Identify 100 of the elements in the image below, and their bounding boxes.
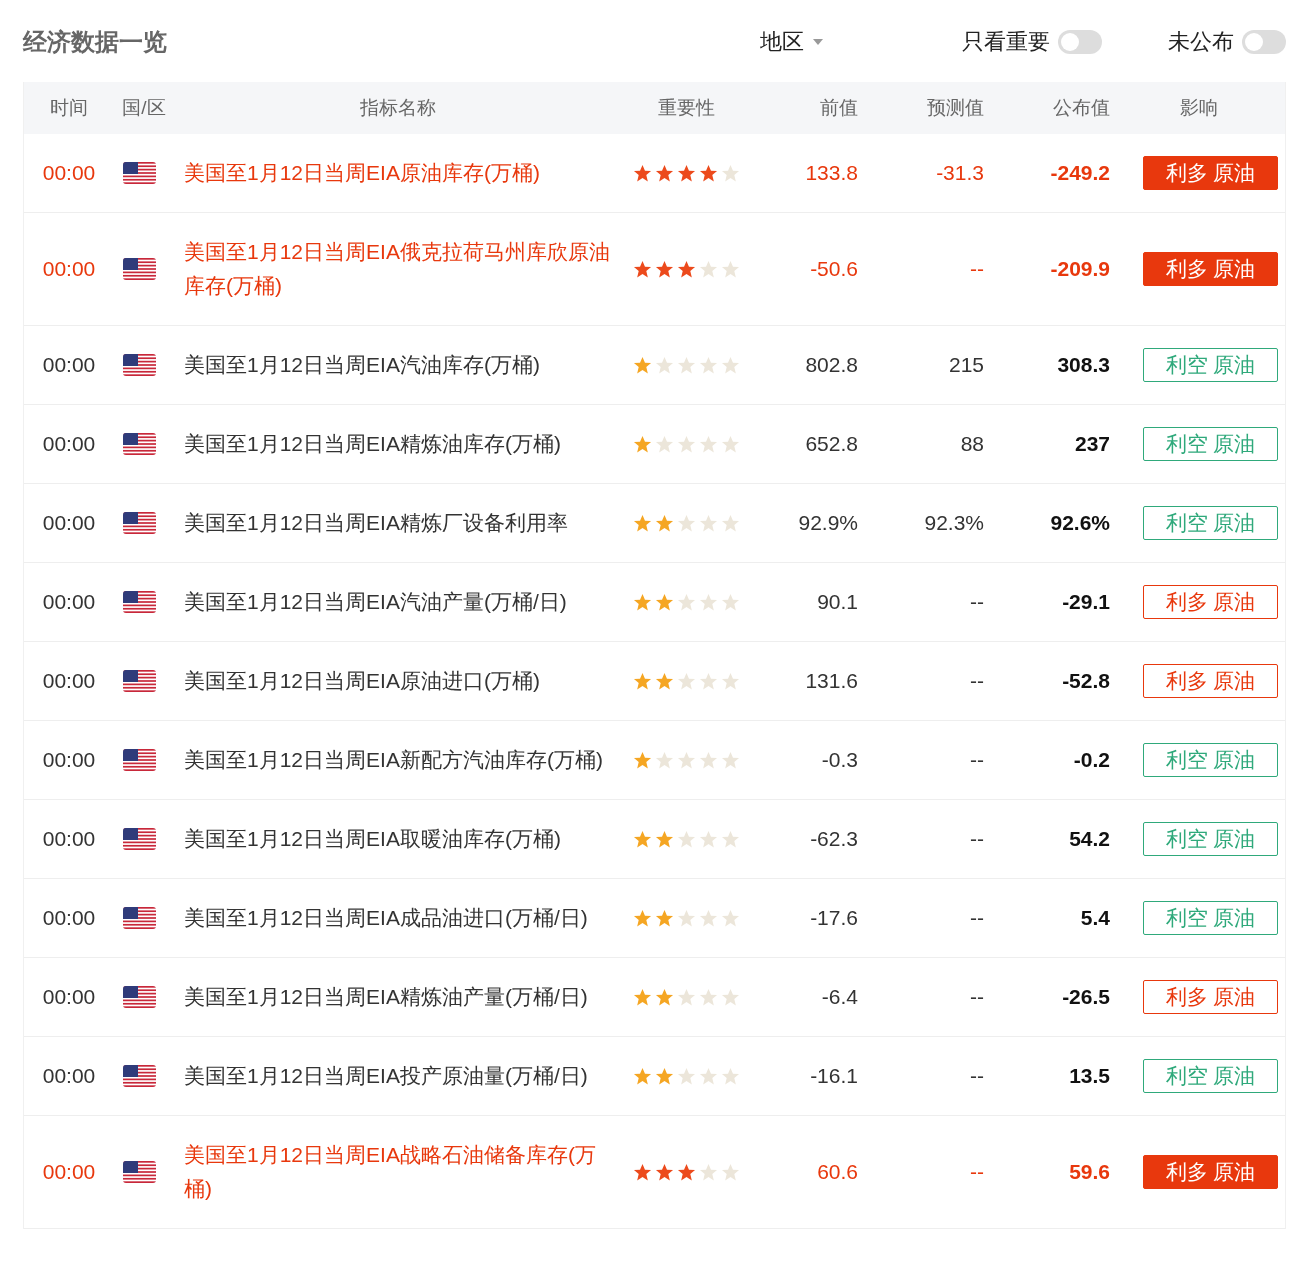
star-icon xyxy=(654,513,674,533)
star-icon xyxy=(676,1162,696,1182)
toggle-label: 未公布 xyxy=(1168,28,1234,56)
flag-icon xyxy=(122,591,156,613)
star-icon xyxy=(698,163,718,183)
flag-icon xyxy=(122,907,156,929)
star-icon xyxy=(654,1162,674,1182)
star-icon xyxy=(698,513,718,533)
impact-tag[interactable]: 利空 原油 xyxy=(1143,743,1278,777)
previous-value: -17.6 xyxy=(809,906,858,930)
actual-value: 5.4 xyxy=(1079,906,1110,930)
actual-value: -249.2 xyxy=(1049,161,1110,185)
impact-tag[interactable]: 利多 原油 xyxy=(1143,252,1278,286)
impact-tag[interactable]: 利空 原油 xyxy=(1143,901,1278,935)
star-icon xyxy=(720,1066,740,1086)
indicator-name[interactable]: 美国至1月12日当周EIA新配方汽油库存(万桶) xyxy=(174,743,621,777)
toggle-switch[interactable] xyxy=(1058,30,1102,54)
previous-value: 60.6 xyxy=(816,1160,858,1184)
star-icon xyxy=(720,908,740,928)
actual-value: -29.1 xyxy=(1061,590,1110,614)
impact-tag[interactable]: 利多 原油 xyxy=(1143,1155,1278,1189)
star-icon xyxy=(698,908,718,928)
forecast-value: -- xyxy=(969,257,984,281)
impact-tag[interactable]: 利多 原油 xyxy=(1143,585,1278,619)
time-cell-text: 00:00 xyxy=(41,906,97,930)
impact-tag[interactable]: 利空 原油 xyxy=(1143,506,1278,540)
impact-tag[interactable]: 利多 原油 xyxy=(1143,664,1278,698)
time-cell-text: 00:00 xyxy=(41,669,97,693)
previous-value: -62.3 xyxy=(809,827,858,851)
star-icon xyxy=(654,987,674,1007)
impact-tag[interactable]: 利空 原油 xyxy=(1143,1059,1278,1093)
time-cell-text: 00:00 xyxy=(41,432,97,456)
star-icon xyxy=(698,592,718,612)
flag-icon xyxy=(122,1161,156,1183)
region-dropdown[interactable]: 地区 xyxy=(760,27,824,57)
actual-value: -52.8 xyxy=(1061,669,1110,693)
toggle-label: 只看重要 xyxy=(962,28,1050,56)
forecast-value: -- xyxy=(969,1160,984,1184)
time-cell-text: 00:00 xyxy=(41,590,97,614)
indicator-name[interactable]: 美国至1月12日当周EIA原油库存(万桶) xyxy=(174,156,621,190)
impact-tag[interactable]: 利多 原油 xyxy=(1143,156,1278,190)
time-cell-text: 00:00 xyxy=(41,748,97,772)
indicator-name[interactable]: 美国至1月12日当周EIA汽油库存(万桶) xyxy=(174,348,621,382)
forecast-value: -- xyxy=(969,985,984,1009)
star-icon xyxy=(698,829,718,849)
star-icon xyxy=(698,259,718,279)
star-icon xyxy=(676,987,696,1007)
star-icon xyxy=(698,750,718,770)
indicator-name[interactable]: 美国至1月12日当周EIA取暖油库存(万桶) xyxy=(174,822,621,856)
star-icon xyxy=(720,987,740,1007)
actual-value: -209.9 xyxy=(1049,257,1110,281)
star-icon xyxy=(654,1066,674,1086)
previous-value: 652.8 xyxy=(804,432,858,456)
star-icon xyxy=(654,908,674,928)
indicator-name[interactable]: 美国至1月12日当周EIA汽油产量(万桶/日) xyxy=(174,585,621,619)
star-icon xyxy=(698,671,718,691)
indicator-name[interactable]: 美国至1月12日当周EIA俄克拉荷马州库欣原油库存(万桶) xyxy=(174,235,621,303)
star-icon xyxy=(654,163,674,183)
star-icon xyxy=(720,355,740,375)
star-icon xyxy=(676,829,696,849)
star-icon xyxy=(676,355,696,375)
star-icon xyxy=(632,829,652,849)
star-icon xyxy=(632,355,652,375)
column-header: 公布值 xyxy=(1052,96,1110,120)
impact-tag[interactable]: 利空 原油 xyxy=(1143,427,1278,461)
toggle-switch[interactable] xyxy=(1242,30,1286,54)
indicator-name[interactable]: 美国至1月12日当周EIA原油进口(万桶) xyxy=(174,664,621,698)
indicator-name[interactable]: 美国至1月12日当周EIA投产原油量(万桶/日) xyxy=(174,1059,621,1093)
flag-icon xyxy=(122,512,156,534)
star-icon xyxy=(676,513,696,533)
star-icon xyxy=(676,592,696,612)
star-icon xyxy=(698,1066,718,1086)
actual-value: 237 xyxy=(1073,432,1110,456)
actual-value: 308.3 xyxy=(1056,353,1110,377)
indicator-name[interactable]: 美国至1月12日当周EIA战略石油储备库存(万桶) xyxy=(174,1138,621,1206)
star-icon xyxy=(654,259,674,279)
column-header: 指标名称 xyxy=(358,96,437,120)
actual-value: 92.6% xyxy=(1049,511,1110,535)
flag-icon xyxy=(122,1065,156,1087)
flag-icon xyxy=(122,986,156,1008)
previous-value: 802.8 xyxy=(804,353,858,377)
star-icon xyxy=(698,1162,718,1182)
previous-value: 90.1 xyxy=(816,590,858,614)
star-icon xyxy=(654,434,674,454)
indicator-name[interactable]: 美国至1月12日当周EIA成品油进口(万桶/日) xyxy=(174,901,621,935)
impact-tag[interactable]: 利空 原油 xyxy=(1143,348,1278,382)
star-icon xyxy=(632,671,652,691)
star-icon xyxy=(676,434,696,454)
indicator-name[interactable]: 美国至1月12日当周EIA精炼厂设备利用率 xyxy=(174,506,621,540)
impact-tag[interactable]: 利空 原油 xyxy=(1143,822,1278,856)
star-icon xyxy=(676,163,696,183)
star-icon xyxy=(654,829,674,849)
forecast-value: -- xyxy=(969,669,984,693)
time-cell-text: 00:00 xyxy=(41,827,97,851)
indicator-name[interactable]: 美国至1月12日当周EIA精炼油库存(万桶) xyxy=(174,427,621,461)
star-icon xyxy=(654,750,674,770)
indicator-name[interactable]: 美国至1月12日当周EIA精炼油产量(万桶/日) xyxy=(174,980,621,1014)
column-header: 时间 xyxy=(49,96,89,120)
impact-tag[interactable]: 利多 原油 xyxy=(1143,980,1278,1014)
time-cell-text: 00:00 xyxy=(41,985,97,1009)
